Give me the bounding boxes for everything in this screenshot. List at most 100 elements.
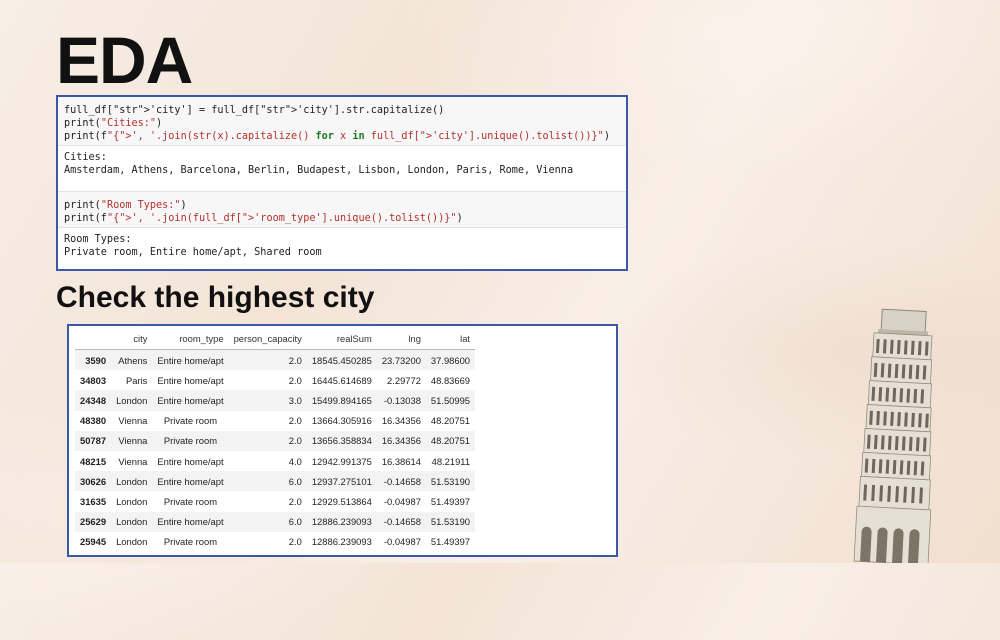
- table-cell: 3.0: [228, 390, 307, 411]
- table-cell: Entire home/apt: [152, 349, 229, 371]
- row-index: 48215: [80, 455, 107, 467]
- table-cell: 2.0: [228, 430, 307, 451]
- table-cell: 16445.614689: [311, 374, 372, 386]
- table-cell: 16.34356: [381, 415, 421, 427]
- table-cell: 16.38614: [381, 455, 421, 467]
- table-cell: Entire home/apt: [152, 471, 229, 492]
- row-index: 31635: [80, 495, 107, 507]
- code-line: print("Room Types:"): [64, 200, 187, 211]
- row-index: 34803: [80, 374, 107, 386]
- table-cell: 48.20751: [425, 430, 476, 451]
- table-cell: Entire home/apt: [152, 511, 229, 532]
- code-screenshot: full_df["str">'city'] = full_df["str">'c…: [56, 95, 628, 271]
- table-cell: 51.50995: [425, 390, 476, 411]
- table-cell: 6.0: [228, 471, 307, 492]
- table-body: 3590 Athens Entire home/apt 2.0 18545.450285…: [75, 349, 476, 552]
- code-output-2: Room Types: Private room, Entire home/apt…: [58, 228, 626, 265]
- row-index: 48380: [80, 415, 107, 427]
- code-output-1: Cities: Amsterdam, Athens, Barcelona, Ber…: [58, 146, 626, 183]
- table-cell: Entire home/apt: [157, 455, 224, 467]
- table-cell: -0.04987: [383, 536, 421, 548]
- table-cell: 51.49397: [430, 495, 471, 507]
- code-line: full_df["str">'city'] = full_df["str">'c…: [64, 105, 445, 116]
- table-cell: 15499.894165: [306, 390, 377, 411]
- column-header: [75, 331, 112, 350]
- table-row: 25629 London Entire home/apt 6.0 12886.23909…: [75, 511, 476, 532]
- table-cell: Paris: [126, 374, 148, 386]
- table-cell: Vienna: [118, 455, 148, 467]
- table-cell: Private room: [152, 430, 229, 451]
- row-index: 25629: [75, 511, 112, 532]
- table-cell: Entire home/apt: [157, 374, 224, 386]
- output-line: Amsterdam, Athens, Barcelona, Berlin, Bu…: [64, 165, 574, 176]
- table-cell: 2.29772: [387, 374, 421, 386]
- table-cell: Vienna: [118, 415, 148, 427]
- table-cell: 12886.239093: [311, 536, 372, 548]
- table-row: 34803 Paris Entire home/apt 2.0 16445.614689…: [75, 370, 475, 390]
- table-row: 24348 London Entire home/apt 3.0 15499.89416…: [75, 390, 476, 411]
- column-header: lat: [425, 331, 476, 350]
- table-cell: Private room: [163, 536, 218, 548]
- table-row: 3590 Athens Entire home/apt 2.0 18545.450285…: [75, 349, 476, 371]
- slide-subtitle: Check the highest city: [56, 281, 375, 314]
- row-index: 3590: [75, 349, 112, 371]
- table-cell: -0.04987: [383, 495, 421, 507]
- table-cell: -0.14658: [376, 471, 426, 492]
- code-cell-1: full_df["str">'city'] = full_df["str">'c…: [58, 97, 626, 146]
- row-index: 25945: [80, 536, 107, 548]
- table-cell: Entire home/apt: [152, 390, 229, 411]
- table-cell: 18545.450285: [306, 349, 377, 371]
- table-cell: London: [116, 495, 148, 507]
- code-line: print("Cities:"): [64, 118, 163, 129]
- table-cell: 51.53190: [425, 511, 476, 532]
- table-cell: 12942.991375: [311, 455, 372, 467]
- slide-title: EDA: [56, 23, 193, 97]
- dataframe-table: city room_type person_capacity realSum lng la…: [75, 331, 476, 552]
- table-cell: 12929.513864: [311, 495, 372, 507]
- row-index: 50787: [75, 430, 112, 451]
- column-header: person_capacity: [228, 331, 307, 350]
- column-header: lng: [376, 331, 426, 350]
- table-cell: 48.83669: [430, 374, 471, 386]
- table-row: 31635 London Private room 2.0 12929.513864 -0…: [75, 491, 475, 511]
- table-cell: London: [116, 536, 148, 548]
- table-cell: 12937.275101: [306, 471, 377, 492]
- code-line: print(f"{">', '.join(str(x).capitalize()…: [64, 131, 610, 142]
- table-cell: 51.49397: [430, 536, 471, 548]
- table-cell: 4.0: [288, 455, 302, 467]
- table-row: 25945 London Private room 2.0 12886.239093 -0…: [75, 532, 475, 552]
- table-cell: 2.0: [288, 495, 302, 507]
- table-cell: -0.13038: [376, 390, 426, 411]
- column-header: realSum: [306, 331, 377, 350]
- leaning-tower-icon: [853, 308, 933, 563]
- table-cell: 13664.305916: [311, 415, 372, 427]
- table-cell: 13656.358834: [306, 430, 377, 451]
- table-row: 48215 Vienna Entire home/apt 4.0 12942.99137…: [75, 451, 475, 471]
- table-row: 48380 Vienna Private room 2.0 13664.305916 16…: [75, 411, 475, 431]
- table-cell: 37.98600: [425, 349, 476, 371]
- output-line: Cities:: [64, 152, 107, 163]
- table-cell: 48.20751: [430, 415, 471, 427]
- table-cell: Athens: [111, 349, 153, 371]
- table-cell: Private room: [163, 415, 218, 427]
- column-header: room_type: [152, 331, 229, 350]
- table-cell: 16.34356: [376, 430, 426, 451]
- table-cell: 51.53190: [425, 471, 476, 492]
- table-cell: London: [111, 511, 153, 532]
- table-row: 50787 Vienna Private room 2.0 13656.358834 16…: [75, 430, 476, 451]
- code-line: print(f"{">', '.join(full_df[">'room_typ…: [64, 213, 463, 224]
- table-cell: Private room: [163, 495, 218, 507]
- table-row: 30626 London Entire home/apt 6.0 12937.27510…: [75, 471, 476, 492]
- table-cell: 12886.239093: [306, 511, 377, 532]
- table-cell: 2.0: [288, 374, 302, 386]
- table-cell: 2.0: [288, 536, 302, 548]
- column-header: city: [111, 331, 153, 350]
- row-index: 24348: [75, 390, 112, 411]
- table-cell: London: [111, 471, 153, 492]
- table-cell: Vienna: [111, 430, 153, 451]
- table-cell: 23.73200: [376, 349, 426, 371]
- table-cell: 6.0: [228, 511, 307, 532]
- table-cell: London: [111, 390, 153, 411]
- row-index: 30626: [75, 471, 112, 492]
- dataframe-screenshot: city room_type person_capacity realSum lng la…: [67, 324, 618, 557]
